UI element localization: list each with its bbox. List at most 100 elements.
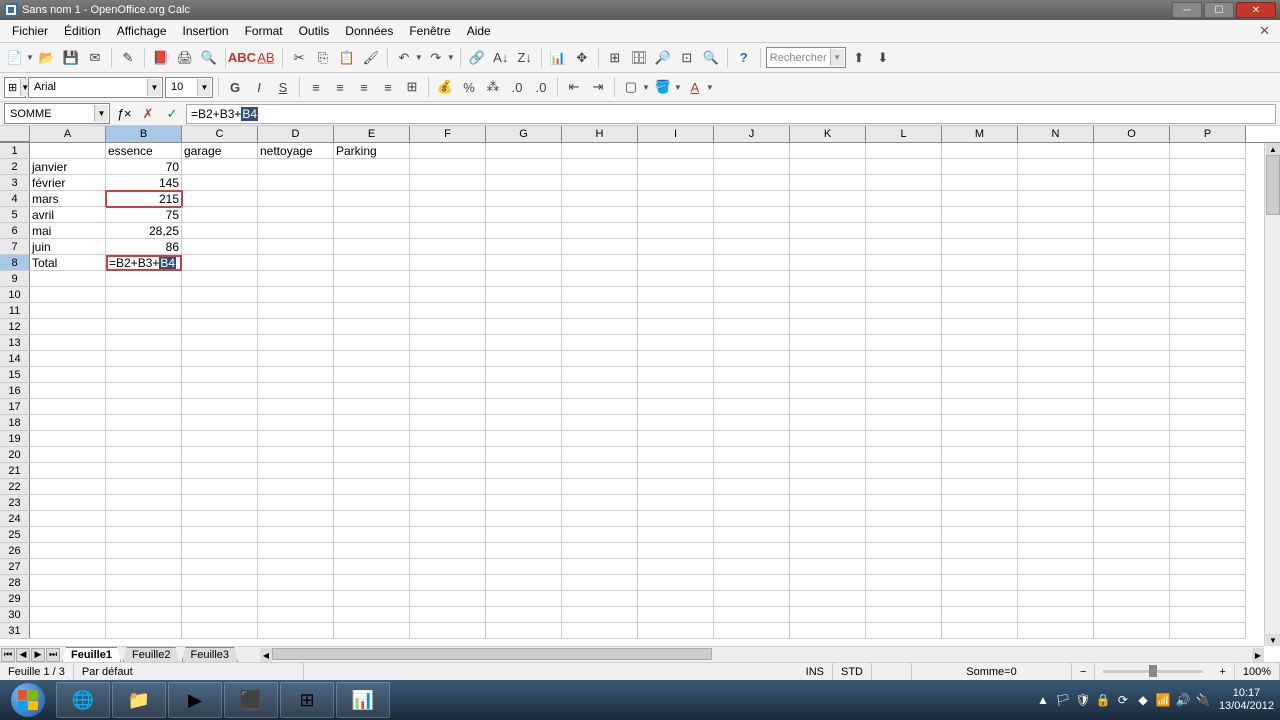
- cell[interactable]: [334, 351, 410, 367]
- align-center-icon[interactable]: ≡: [329, 76, 351, 98]
- cell[interactable]: [638, 543, 714, 559]
- cell[interactable]: =B2+B3+B4: [106, 255, 182, 271]
- cell[interactable]: [182, 367, 258, 383]
- cell[interactable]: [182, 607, 258, 623]
- cell[interactable]: [638, 383, 714, 399]
- col-header-A[interactable]: A: [30, 126, 106, 142]
- cell[interactable]: [30, 463, 106, 479]
- cell[interactable]: [106, 367, 182, 383]
- col-header-P[interactable]: P: [1170, 126, 1246, 142]
- cell[interactable]: [258, 207, 334, 223]
- selection-mode[interactable]: STD: [833, 663, 872, 680]
- cell[interactable]: [182, 159, 258, 175]
- cell[interactable]: [942, 239, 1018, 255]
- cell[interactable]: [1094, 255, 1170, 271]
- cell[interactable]: [410, 143, 486, 159]
- cell[interactable]: [334, 479, 410, 495]
- cell[interactable]: [410, 415, 486, 431]
- cell[interactable]: [790, 143, 866, 159]
- row-header[interactable]: 5: [0, 207, 30, 223]
- tray-av-icon[interactable]: 🔒: [1095, 692, 1111, 708]
- cell[interactable]: [106, 527, 182, 543]
- cell[interactable]: [30, 335, 106, 351]
- cell[interactable]: [1170, 527, 1246, 543]
- cell[interactable]: [714, 495, 790, 511]
- cell[interactable]: [1170, 463, 1246, 479]
- cell[interactable]: [1094, 607, 1170, 623]
- cell[interactable]: [1170, 159, 1246, 175]
- cell[interactable]: [1094, 143, 1170, 159]
- cell[interactable]: [258, 255, 334, 271]
- cell[interactable]: [790, 207, 866, 223]
- vscroll-thumb[interactable]: [1266, 155, 1280, 215]
- cell[interactable]: [486, 207, 562, 223]
- cell[interactable]: [258, 159, 334, 175]
- cell[interactable]: [182, 223, 258, 239]
- row-header[interactable]: 2: [0, 159, 30, 175]
- email-icon[interactable]: ✉: [84, 47, 106, 69]
- cell[interactable]: [258, 335, 334, 351]
- cell[interactable]: [942, 399, 1018, 415]
- styles-icon[interactable]: ⊞▼: [4, 77, 26, 98]
- percent-icon[interactable]: %: [458, 76, 480, 98]
- cell[interactable]: [334, 559, 410, 575]
- cell[interactable]: [1094, 319, 1170, 335]
- cell[interactable]: [942, 255, 1018, 271]
- cell[interactable]: [334, 607, 410, 623]
- cell[interactable]: [182, 303, 258, 319]
- cell[interactable]: [334, 463, 410, 479]
- cell[interactable]: [790, 447, 866, 463]
- align-right-icon[interactable]: ≡: [353, 76, 375, 98]
- cell[interactable]: [1018, 591, 1094, 607]
- cell[interactable]: [182, 511, 258, 527]
- cell[interactable]: [334, 175, 410, 191]
- cell[interactable]: [258, 575, 334, 591]
- cell[interactable]: [182, 495, 258, 511]
- task-media-icon[interactable]: ▶: [168, 682, 222, 718]
- taskbar-clock[interactable]: 10:17 13/04/2012: [1219, 687, 1274, 713]
- menu-format[interactable]: Format: [237, 22, 291, 40]
- cell[interactable]: [486, 239, 562, 255]
- zoom-slider[interactable]: [1103, 670, 1203, 673]
- font-size-combo[interactable]: 10▼: [165, 77, 213, 98]
- cell[interactable]: [30, 399, 106, 415]
- cell[interactable]: [258, 495, 334, 511]
- cell[interactable]: [942, 175, 1018, 191]
- cell[interactable]: [334, 527, 410, 543]
- cell[interactable]: [714, 223, 790, 239]
- cell[interactable]: [562, 191, 638, 207]
- cell[interactable]: [562, 351, 638, 367]
- row-header[interactable]: 14: [0, 351, 30, 367]
- cell[interactable]: [942, 559, 1018, 575]
- cell[interactable]: [258, 543, 334, 559]
- row-header[interactable]: 11: [0, 303, 30, 319]
- cell[interactable]: [790, 543, 866, 559]
- row-header[interactable]: 1: [0, 143, 30, 159]
- cell[interactable]: [942, 271, 1018, 287]
- cell[interactable]: [182, 527, 258, 543]
- cell[interactable]: [1094, 335, 1170, 351]
- cell[interactable]: [638, 143, 714, 159]
- cell[interactable]: [942, 607, 1018, 623]
- help-icon[interactable]: ?: [733, 47, 755, 69]
- row-header[interactable]: 7: [0, 239, 30, 255]
- accept-formula-icon[interactable]: ✓: [162, 104, 182, 124]
- cell[interactable]: [334, 367, 410, 383]
- cell[interactable]: [1094, 431, 1170, 447]
- row-header[interactable]: 31: [0, 623, 30, 639]
- cell[interactable]: [1094, 495, 1170, 511]
- cell[interactable]: [1018, 191, 1094, 207]
- cell[interactable]: [410, 239, 486, 255]
- cell[interactable]: [942, 383, 1018, 399]
- cell[interactable]: [182, 623, 258, 639]
- cell[interactable]: [1018, 623, 1094, 639]
- cell[interactable]: [334, 575, 410, 591]
- cell[interactable]: [1018, 159, 1094, 175]
- cell[interactable]: [1170, 479, 1246, 495]
- cell[interactable]: [714, 543, 790, 559]
- cut-icon[interactable]: ✂: [288, 47, 310, 69]
- cell[interactable]: [410, 447, 486, 463]
- cell[interactable]: [714, 607, 790, 623]
- cell[interactable]: [486, 175, 562, 191]
- hyperlink-icon[interactable]: 🔗: [466, 47, 488, 69]
